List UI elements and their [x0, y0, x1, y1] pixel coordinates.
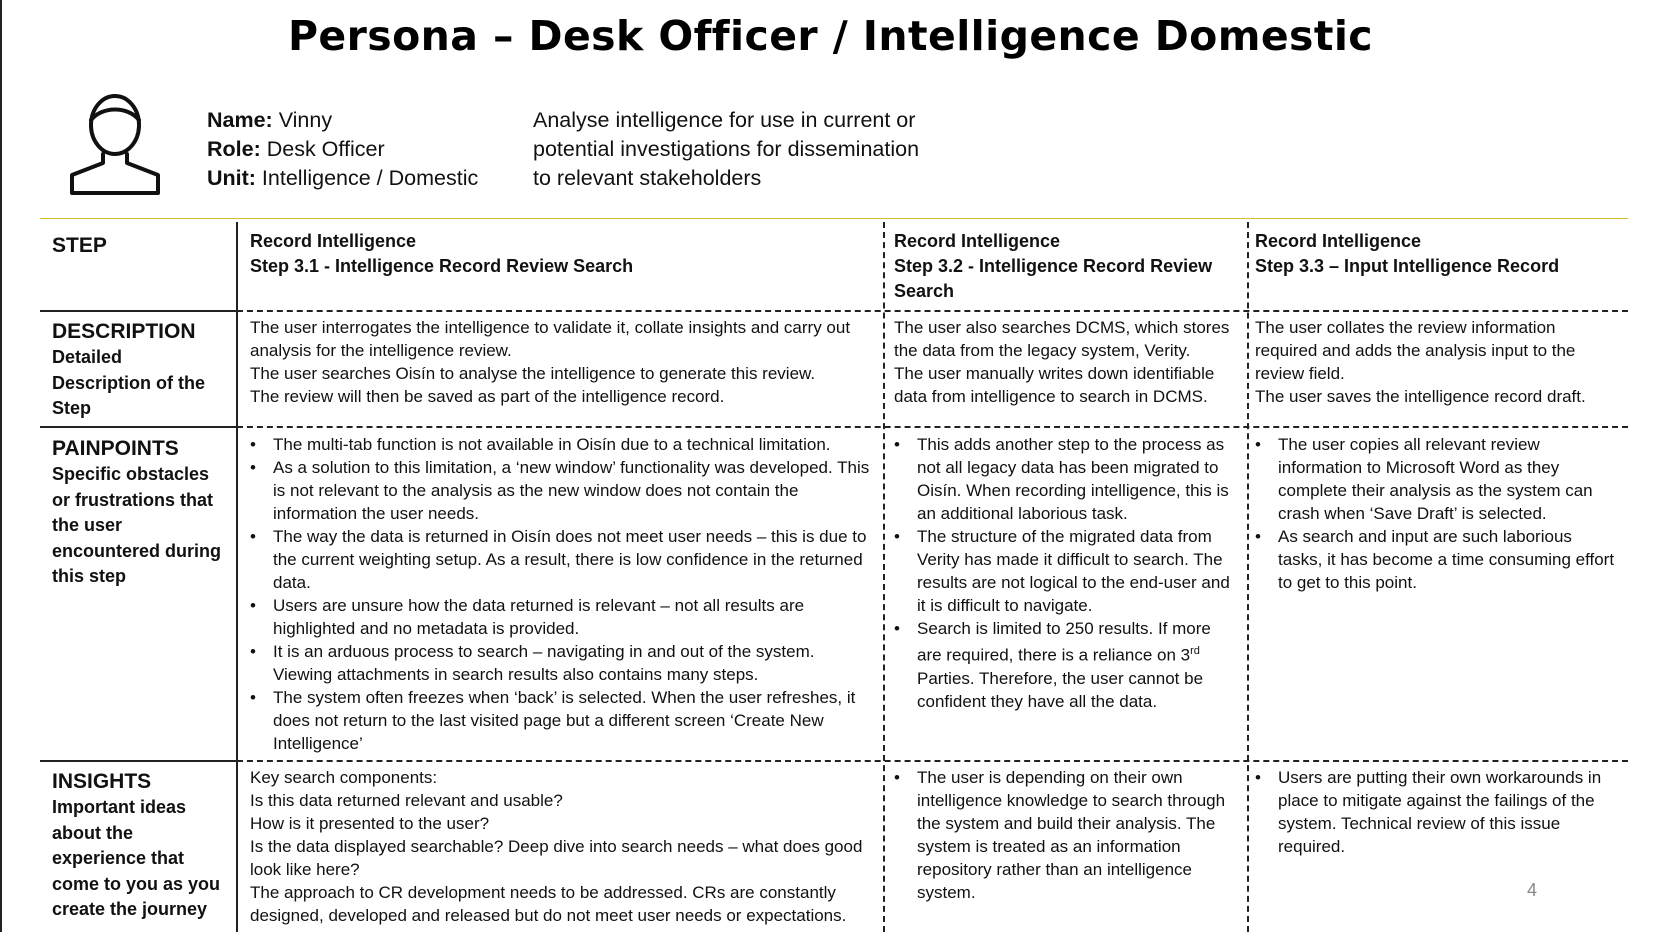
painpoint-item: Search is limited to 250 results. If mor…: [894, 617, 1240, 713]
row-divider-dashed: [237, 426, 1628, 428]
step-subtitle: Step 3.3 – Input Intelligence Record: [1255, 256, 1560, 276]
row-label-description: DESCRIPTION Detailed Description of the …: [52, 318, 232, 422]
left-edge-rule: [0, 0, 2, 932]
painpoint-item: As a solution to this limitation, a ‘new…: [250, 456, 873, 525]
row-label-painpoints: PAINPOINTS Specific obstacles or frustra…: [52, 435, 232, 590]
insight-text: Is this data returned relevant and usabl…: [250, 791, 563, 810]
painpoints-list: The multi-tab function is not available …: [250, 433, 873, 755]
insights-list: Users are putting their own workarounds …: [1255, 766, 1617, 858]
step-title: Record Intelligence: [894, 231, 1061, 251]
painpoint-item: The way the data is returned in Oisín do…: [250, 525, 873, 594]
persona-unit-line: Unit: Intelligence / Domestic: [207, 164, 478, 193]
insights-cell-3: Users are putting their own workarounds …: [1255, 766, 1617, 858]
painpoint-item: The structure of the migrated data from …: [894, 525, 1240, 617]
painpoint-text: Parties. Therefore, the user cannot be c…: [917, 668, 1204, 711]
row-divider-solid: [40, 760, 237, 762]
row-label-step-heading: STEP: [52, 234, 107, 257]
row-label-description-sub: Detailed Description of the Step: [52, 347, 206, 418]
description-text: The user also searches DCMS, which store…: [894, 318, 1230, 360]
insights-cell-2: The user is depending on their own intel…: [894, 766, 1229, 904]
persona-description-line: potential investigations for disseminati…: [533, 137, 920, 161]
name-label: Name:: [207, 108, 273, 132]
painpoints-list: The user copies all relevant review info…: [1255, 433, 1617, 594]
painpoint-item: This adds another step to the process as…: [894, 433, 1240, 525]
persona-details: Name: Vinny Role: Desk Officer Unit: Int…: [207, 106, 478, 193]
label-column-divider: [236, 222, 238, 932]
painpoint-text: Search is limited to 250 results. If mor…: [917, 619, 1211, 665]
step-cell-1: Record Intelligence Step 3.1 - Intellige…: [250, 229, 870, 279]
row-label-painpoints-sub: Specific obstacles or frustrations that …: [52, 464, 222, 586]
painpoint-item: As search and input are such laborious t…: [1255, 525, 1617, 594]
persona-name-line: Name: Vinny: [207, 106, 478, 135]
step-title: Record Intelligence: [1255, 231, 1422, 251]
insights-list: The user is depending on their own intel…: [894, 766, 1229, 904]
row-divider-solid: [40, 426, 237, 428]
ordinal-superscript: rd: [1190, 645, 1200, 657]
step-cell-3: Record Intelligence Step 3.3 – Input Int…: [1255, 229, 1615, 279]
description-text: The user collates the review information…: [1255, 318, 1576, 383]
painpoint-item: The multi-tab function is not available …: [250, 433, 873, 456]
painpoints-list: This adds another step to the process as…: [894, 433, 1240, 713]
insights-cell-1: Key search components: Is this data retu…: [250, 766, 876, 927]
painpoint-item: Users are unsure how the data returned i…: [250, 594, 873, 640]
insight-text: How is it presented to the user?: [250, 814, 490, 833]
description-text: The user searches Oisín to analyse the i…: [250, 364, 816, 383]
row-divider-dashed: [237, 760, 1628, 762]
step-subtitle: Step 3.1 - Intelligence Record Review Se…: [250, 256, 634, 276]
user-avatar-icon: [70, 94, 160, 195]
persona-description-line: Analyse intelligence for use in current …: [533, 108, 916, 132]
description-cell-2: The user also searches DCMS, which store…: [894, 316, 1239, 408]
column-divider-dashed: [883, 222, 885, 932]
row-label-step: STEP: [52, 232, 232, 259]
name-value: Vinny: [272, 108, 333, 132]
page-title: Persona – Desk Officer / Intelligence Do…: [287, 12, 1373, 60]
description-cell-3: The user collates the review information…: [1255, 316, 1615, 408]
painpoints-cell-2: This adds another step to the process as…: [894, 433, 1240, 713]
persona-description: Analyse intelligence for use in current …: [533, 106, 963, 193]
persona-description-line: to relevant stakeholders: [533, 166, 762, 190]
unit-value: Intelligence / Domestic: [255, 166, 479, 190]
insight-text: The approach to CR development needs to …: [250, 883, 847, 925]
description-text: The user manually writes down identifiab…: [894, 364, 1215, 406]
step-cell-2: Record Intelligence Step 3.2 - Intellige…: [894, 229, 1234, 304]
role-label: Role:: [207, 137, 261, 161]
description-text: The user saves the intelligence record d…: [1255, 387, 1586, 406]
row-label-insights-sub: Important ideas about the experience tha…: [52, 797, 221, 919]
row-label-insights-heading: INSIGHTS: [52, 770, 152, 793]
insight-item: The user is depending on their own intel…: [894, 766, 1229, 904]
header-divider: [40, 218, 1628, 219]
insight-item: Users are putting their own workarounds …: [1255, 766, 1617, 858]
painpoint-item: The user copies all relevant review info…: [1255, 433, 1617, 525]
painpoint-item: It is an arduous process to search – nav…: [250, 640, 873, 686]
description-cell-1: The user interrogates the intelligence t…: [250, 316, 870, 408]
column-divider-dashed: [1247, 222, 1249, 932]
insight-text: Key search components:: [250, 768, 438, 787]
painpoints-cell-1: The multi-tab function is not available …: [250, 433, 873, 755]
painpoints-cell-3: The user copies all relevant review info…: [1255, 433, 1617, 594]
insight-text: Is the data displayed searchable? Deep d…: [250, 837, 863, 879]
row-label-insights: INSIGHTS Important ideas about the exper…: [52, 768, 232, 923]
description-text: The review will then be saved as part of…: [250, 387, 725, 406]
painpoint-item: The system often freezes when ‘back’ is …: [250, 686, 873, 755]
unit-label: Unit:: [207, 166, 256, 190]
step-title: Record Intelligence: [250, 231, 417, 251]
row-divider-solid: [40, 310, 237, 312]
row-label-painpoints-heading: PAINPOINTS: [52, 437, 179, 460]
row-divider-dashed: [237, 310, 1628, 312]
page-number: 4: [1527, 880, 1538, 900]
role-value: Desk Officer: [260, 137, 385, 161]
step-subtitle: Step 3.2 - Intelligence Record Review Se…: [894, 256, 1213, 301]
persona-role-line: Role: Desk Officer: [207, 135, 478, 164]
row-label-description-heading: DESCRIPTION: [52, 320, 196, 343]
description-text: The user interrogates the intelligence t…: [250, 318, 851, 360]
